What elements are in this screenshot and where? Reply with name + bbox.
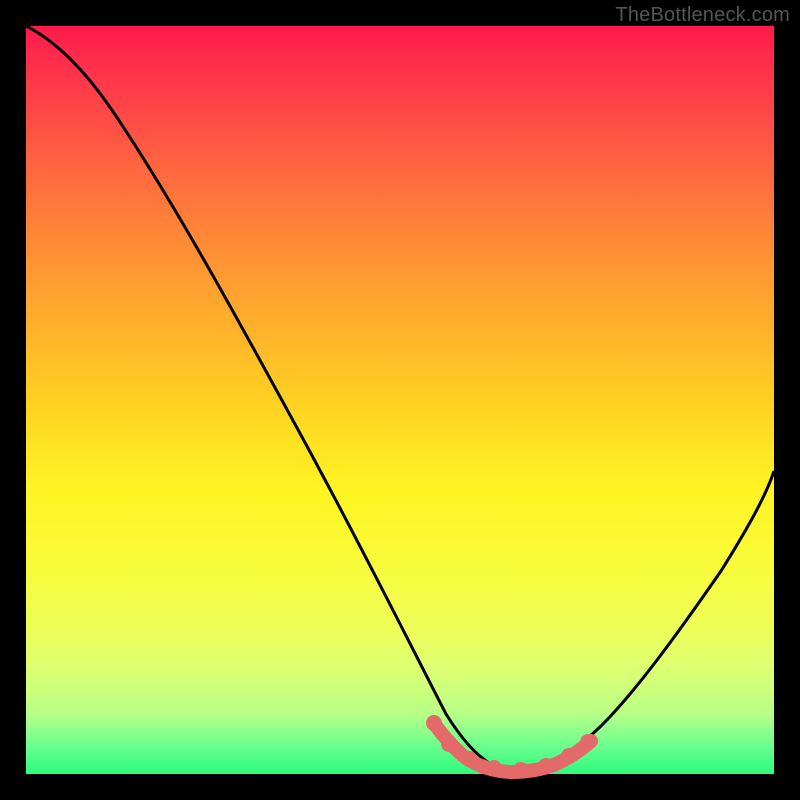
- marker-dot: [561, 748, 577, 764]
- bottleneck-curve: [26, 26, 774, 770]
- watermark-text: TheBottleneck.com: [615, 4, 790, 27]
- marker-dot: [426, 715, 442, 731]
- marker-dot: [538, 758, 554, 774]
- marker-dot: [580, 734, 596, 750]
- marker-dot: [441, 736, 457, 752]
- marker-dot: [486, 760, 502, 776]
- plot-area: [26, 26, 774, 774]
- chart-svg: [26, 26, 774, 774]
- marker-dot: [461, 751, 477, 767]
- marker-dot: [513, 762, 529, 778]
- chart-frame: TheBottleneck.com: [0, 0, 800, 800]
